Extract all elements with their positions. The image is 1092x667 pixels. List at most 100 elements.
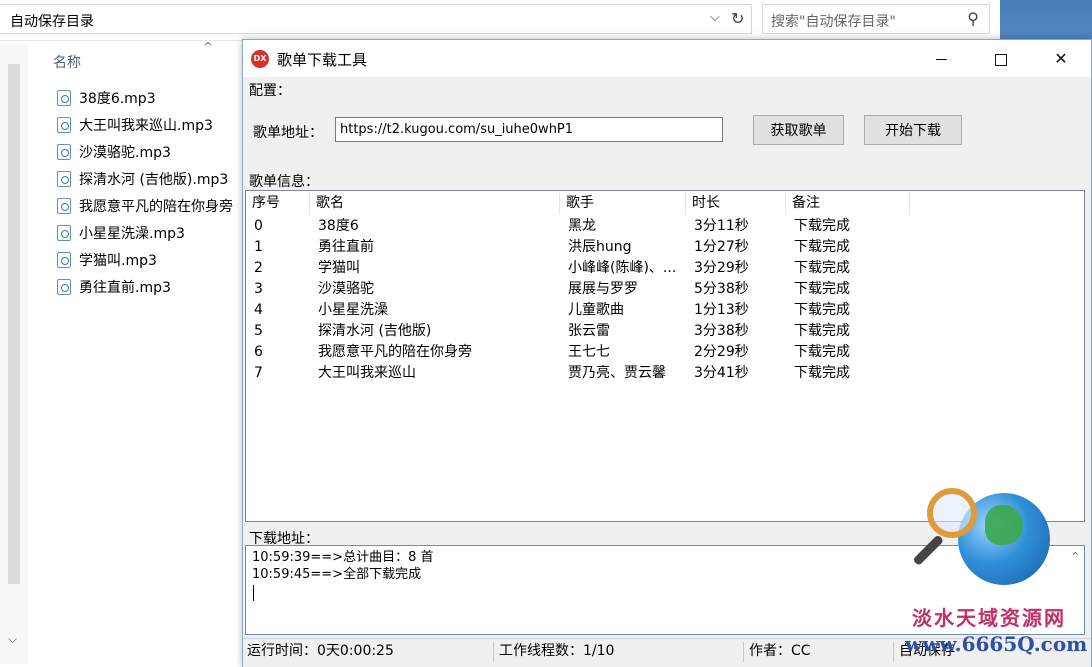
column-header-index[interactable]: 序号 [246, 193, 310, 214]
file-list: 38度6.mp3 大王叫我来巡山.mp3 沙漠骆驼.mp3 探清水河 (吉他版)… [57, 87, 233, 303]
table-row[interactable]: 5 探清水河 (吉他版) 张云雷 3分38秒 下载完成 [246, 321, 1084, 342]
cell-index: 7 [254, 365, 263, 381]
sort-ascending-icon: ^ [203, 40, 214, 54]
cell-note: 下载完成 [794, 344, 850, 360]
file-item[interactable]: 探清水河 (吉他版).mp3 [57, 168, 233, 195]
playlist-table[interactable]: 序号 歌名 歌手 时长 备注 0 38度6 黑龙 3分11秒 下载完成 1 勇往直前 洪辰hu… [245, 190, 1085, 522]
chevron-down-icon[interactable]: ⌵ [710, 10, 720, 25]
cell-duration: 3分29秒 [694, 260, 749, 276]
chevron-down-icon[interactable]: ⌵ [8, 632, 17, 647]
file-item[interactable]: 大王叫我来巡山.mp3 [57, 114, 233, 141]
explorer-toolbar: 自动保存目录 ⌵ ↻ 搜索"自动保存目录" ⚲ [0, 0, 1000, 41]
file-item[interactable]: 38度6.mp3 [57, 87, 233, 114]
audio-file-icon [57, 225, 71, 241]
cell-song: 小星星洗澡 [318, 302, 388, 318]
table-row[interactable]: 0 38度6 黑龙 3分11秒 下载完成 [246, 216, 1084, 237]
column-header-note[interactable]: 备注 [786, 193, 910, 214]
search-icon[interactable]: ⚲ [967, 9, 979, 28]
file-item[interactable]: 我愿意平凡的陪在你身旁 [57, 195, 233, 222]
table-header: 序号 歌名 歌手 时长 备注 [246, 193, 1084, 214]
watermark-continent-icon [985, 505, 1023, 545]
cell-note: 下载完成 [794, 260, 850, 276]
minimize-button[interactable] [911, 40, 971, 77]
watermark-url: www.6665Q.com [905, 632, 1088, 656]
maximize-button[interactable] [971, 40, 1031, 77]
cell-duration: 1分13秒 [694, 302, 749, 318]
file-name: 沙漠骆驼.mp3 [79, 145, 171, 161]
audio-file-icon [57, 171, 71, 187]
cell-duration: 1分27秒 [694, 239, 749, 255]
watermark-title: 淡水天域资源网 [912, 606, 1066, 630]
audio-file-icon [57, 90, 71, 106]
status-divider [493, 642, 494, 662]
cell-note: 下载完成 [794, 239, 850, 255]
app-logo-icon: DX [251, 50, 269, 68]
cell-note: 下载完成 [794, 323, 850, 339]
cell-duration: 2分29秒 [694, 344, 749, 360]
cell-artist: 儿童歌曲 [568, 302, 624, 318]
column-header-name[interactable]: 名称 [53, 52, 81, 72]
config-group-label: 配置： [249, 83, 291, 99]
column-header-song[interactable]: 歌名 [310, 193, 560, 214]
cell-song: 学猫叫 [318, 260, 360, 276]
file-name: 小星星洗澡.mp3 [79, 226, 185, 242]
scrollbar-thumb[interactable] [8, 64, 20, 584]
playlist-info-label: 歌单信息： [249, 174, 319, 190]
status-divider [743, 642, 744, 662]
maximize-icon [995, 53, 1007, 66]
cell-index: 2 [254, 260, 263, 276]
file-item[interactable]: 小星星洗澡.mp3 [57, 222, 233, 249]
close-icon: ✕ [1054, 49, 1068, 68]
table-row[interactable]: 6 我愿意平凡的陪在你身旁 王七七 2分29秒 下载完成 [246, 342, 1084, 363]
table-row[interactable]: 3 沙漠骆驼 展展与罗罗 5分38秒 下载完成 [246, 279, 1084, 300]
file-name: 探清水河 (吉他版).mp3 [79, 172, 229, 188]
fetch-playlist-button[interactable]: 获取歌单 [753, 115, 844, 145]
file-name: 勇往直前.mp3 [79, 280, 171, 296]
file-name: 我愿意平凡的陪在你身旁 [79, 199, 233, 215]
cell-note: 下载完成 [794, 281, 850, 297]
table-row[interactable]: 1 勇往直前 洪辰hung 1分27秒 下载完成 [246, 237, 1084, 258]
log-line: 10:59:39==>总计曲目：8 首 [252, 550, 434, 565]
text-caret [253, 585, 254, 601]
chevron-up-icon[interactable]: ⌃ [1071, 550, 1080, 563]
thread-count-status: 工作线程数：1/10 [499, 643, 615, 659]
playlist-url-label: 歌单地址： [253, 125, 323, 141]
file-name: 学猫叫.mp3 [79, 253, 157, 269]
log-line: 10:59:45==>全部下载完成 [252, 567, 422, 582]
table-row[interactable]: 4 小星星洗澡 儿童歌曲 1分13秒 下载完成 [246, 300, 1084, 321]
close-button[interactable]: ✕ [1031, 40, 1091, 77]
file-item[interactable]: 学猫叫.mp3 [57, 249, 233, 276]
search-input[interactable]: 搜索"自动保存目录" ⚲ [762, 4, 990, 34]
cell-artist: 洪辰hung [568, 239, 632, 255]
cell-song: 沙漠骆驼 [318, 281, 374, 297]
table-row[interactable]: 7 大王叫我来巡山 贾乃亮、贾云馨 3分41秒 下载完成 [246, 363, 1084, 384]
address-bar[interactable]: 自动保存目录 ⌵ ↻ [0, 4, 752, 34]
audio-file-icon [57, 144, 71, 160]
refresh-icon[interactable]: ↻ [731, 9, 744, 28]
search-placeholder: 搜索"自动保存目录" [771, 14, 896, 30]
file-name: 38度6.mp3 [79, 91, 156, 107]
column-header-duration[interactable]: 时长 [686, 193, 786, 214]
cell-note: 下载完成 [794, 218, 850, 234]
address-text: 自动保存目录 [10, 14, 94, 30]
status-divider [893, 642, 894, 662]
minimize-icon [935, 59, 947, 60]
cell-song: 探清水河 (吉他版) [318, 323, 432, 339]
audio-file-icon [57, 117, 71, 133]
playlist-url-input[interactable] [335, 117, 723, 142]
audio-file-icon [57, 279, 71, 295]
file-item[interactable]: 沙漠骆驼.mp3 [57, 141, 233, 168]
start-download-button[interactable]: 开始下载 [864, 115, 962, 145]
table-row[interactable]: 2 学猫叫 小峰峰(陈峰)、... 3分29秒 下载完成 [246, 258, 1084, 279]
cell-artist: 展展与罗罗 [568, 281, 638, 297]
cell-index: 5 [254, 323, 263, 339]
cell-index: 4 [254, 302, 263, 318]
file-item[interactable]: 勇往直前.mp3 [57, 276, 233, 303]
cell-artist: 小峰峰(陈峰)、... [568, 260, 677, 276]
title-bar[interactable]: DX 歌单下载工具 ✕ [243, 40, 1091, 77]
column-header-artist[interactable]: 歌手 [560, 193, 686, 214]
nav-pane-scrollbar[interactable]: ⌵ [0, 44, 28, 664]
cell-index: 0 [254, 218, 263, 234]
window-title: 歌单下载工具 [277, 51, 368, 69]
cell-note: 下载完成 [794, 302, 850, 318]
